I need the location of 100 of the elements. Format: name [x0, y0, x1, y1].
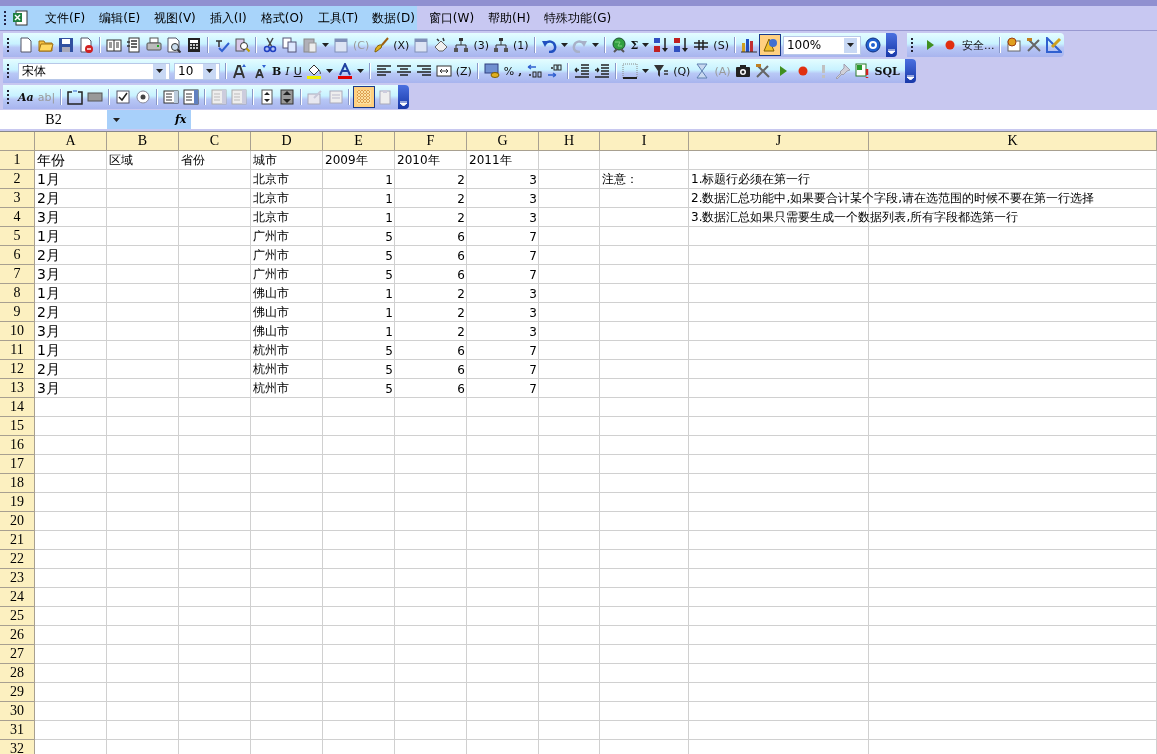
clipboard-icon[interactable] [302, 37, 318, 53]
toolbar-button[interactable]: (1) [511, 38, 531, 52]
font-color-icon[interactable] [336, 63, 353, 79]
cross-lines-icon[interactable] [693, 37, 710, 53]
toolbar-button[interactable]: 安全... [959, 37, 997, 53]
certificate-icon[interactable] [1006, 37, 1023, 53]
dropdown-arrow-icon[interactable] [591, 43, 599, 47]
spinner-icon[interactable] [259, 89, 276, 105]
spreadsheet-icon[interactable] [12, 10, 28, 26]
scissors-icon[interactable] [262, 37, 278, 53]
dropdown-arrow-icon[interactable] [560, 43, 568, 47]
dropdown-arrow-icon[interactable] [206, 69, 213, 73]
toolbar-options-button[interactable] [904, 59, 916, 83]
align-center-icon[interactable] [395, 63, 412, 79]
row-header[interactable]: 22 [0, 550, 35, 569]
dropdown-arrow-icon[interactable] [356, 69, 364, 73]
copy-icon[interactable] [282, 37, 298, 53]
printer-icon[interactable] [146, 37, 162, 53]
row-header[interactable]: 1 [0, 151, 35, 170]
toolbar-button[interactable]: Σ [628, 38, 641, 52]
zoom-field[interactable]: 100% [782, 35, 861, 55]
row-header[interactable]: 12 [0, 360, 35, 379]
toolbar-button[interactable]: % [501, 64, 517, 78]
row-header[interactable]: 29 [0, 683, 35, 702]
toolbar-button[interactable]: B [270, 64, 284, 78]
calendar-icon[interactable] [413, 37, 430, 53]
column-header[interactable]: K [869, 132, 1157, 151]
camera-icon[interactable] [734, 63, 751, 79]
page-icon[interactable] [126, 37, 142, 53]
font-name-field[interactable]: 宋体 [18, 62, 170, 80]
row-header[interactable]: 5 [0, 227, 35, 246]
combo-box-icon[interactable] [183, 89, 200, 105]
dropdown-arrow-icon[interactable] [113, 117, 120, 122]
row-header[interactable]: 27 [0, 645, 35, 664]
toolbar-options-button[interactable] [398, 85, 410, 109]
column-header[interactable]: I [600, 132, 689, 151]
checkbox-icon[interactable] [115, 89, 132, 105]
row-header[interactable]: 24 [0, 588, 35, 607]
magnifier-icon[interactable] [166, 37, 182, 53]
row-header[interactable]: 7 [0, 265, 35, 284]
list-box-icon[interactable] [163, 89, 180, 105]
document-icon[interactable] [78, 37, 94, 53]
hourglass-icon[interactable] [694, 63, 711, 79]
hammer-wrench-icon[interactable] [1026, 37, 1043, 53]
toolbar-button[interactable]: Aa [16, 90, 36, 104]
row-header[interactable]: 23 [0, 569, 35, 588]
toolbar-button[interactable]: (X) [391, 38, 412, 52]
hierarchy-icon[interactable] [493, 37, 509, 53]
dropdown-arrow-icon[interactable] [322, 43, 329, 47]
menu-item[interactable]: 数据(D) [365, 6, 422, 30]
fill-bucket-icon[interactable] [305, 63, 322, 79]
shrink-font-icon[interactable] [252, 63, 268, 79]
row-header[interactable]: 17 [0, 455, 35, 474]
toolbar-button[interactable]: , [516, 64, 525, 78]
calculator-icon[interactable] [186, 37, 202, 53]
grow-font-icon[interactable] [232, 63, 248, 79]
column-header[interactable]: F [395, 132, 467, 151]
sort-descending-icon[interactable] [673, 37, 690, 53]
dotted-grid-icon[interactable] [354, 87, 375, 107]
column-header[interactable]: B [107, 132, 179, 151]
align-right-icon[interactable] [415, 63, 432, 79]
dropdown-arrow-icon[interactable] [156, 69, 163, 73]
font-size-field[interactable]: 10 [174, 62, 220, 80]
drawing-shapes-icon[interactable] [759, 35, 780, 55]
row-header[interactable]: 25 [0, 607, 35, 626]
coins-icon[interactable] [483, 63, 500, 79]
menu-item[interactable]: 文件(F) [38, 6, 93, 30]
sort-ascending-icon[interactable] [653, 37, 670, 53]
row-header[interactable]: 2 [0, 170, 35, 189]
row-header[interactable]: 8 [0, 284, 35, 303]
toolbar-options-button[interactable] [885, 33, 897, 57]
folder-icon[interactable] [38, 37, 54, 53]
row-header[interactable]: 30 [0, 702, 35, 721]
menu-item[interactable]: 插入(I) [202, 6, 254, 30]
row-header[interactable]: 15 [0, 417, 35, 436]
column-header[interactable]: E [323, 132, 395, 151]
toolbar-button[interactable]: (Z) [453, 64, 474, 78]
decimal-increase-icon[interactable] [526, 63, 543, 79]
toolbar-button[interactable]: (S) [711, 38, 731, 52]
menu-item[interactable]: 特殊功能(G) [537, 6, 619, 30]
group-box-icon[interactable] [67, 89, 84, 105]
toolbar-button[interactable]: U [291, 64, 304, 78]
brush-icon[interactable] [373, 37, 390, 53]
menu-item[interactable]: 格式(O) [253, 6, 311, 30]
dropdown-arrow-icon[interactable] [642, 43, 650, 47]
row-header[interactable]: 11 [0, 341, 35, 360]
row-header[interactable]: 9 [0, 303, 35, 322]
menu-item[interactable]: 编辑(E) [92, 6, 148, 30]
toolbar-button[interactable]: (Q) [671, 64, 693, 78]
globe-icon[interactable] [610, 37, 627, 53]
row-header[interactable]: 20 [0, 512, 35, 531]
spreadsheet-icon[interactable] [854, 63, 871, 79]
dropdown-arrow-icon[interactable] [325, 69, 333, 73]
filter-icon[interactable] [653, 63, 670, 79]
hierarchy-icon[interactable] [453, 37, 470, 53]
row-header[interactable]: 26 [0, 626, 35, 645]
radio-button-icon[interactable] [135, 89, 152, 105]
row-header[interactable]: 10 [0, 322, 35, 341]
align-left-icon[interactable] [375, 63, 392, 79]
toolbar-button[interactable]: I [283, 64, 292, 78]
